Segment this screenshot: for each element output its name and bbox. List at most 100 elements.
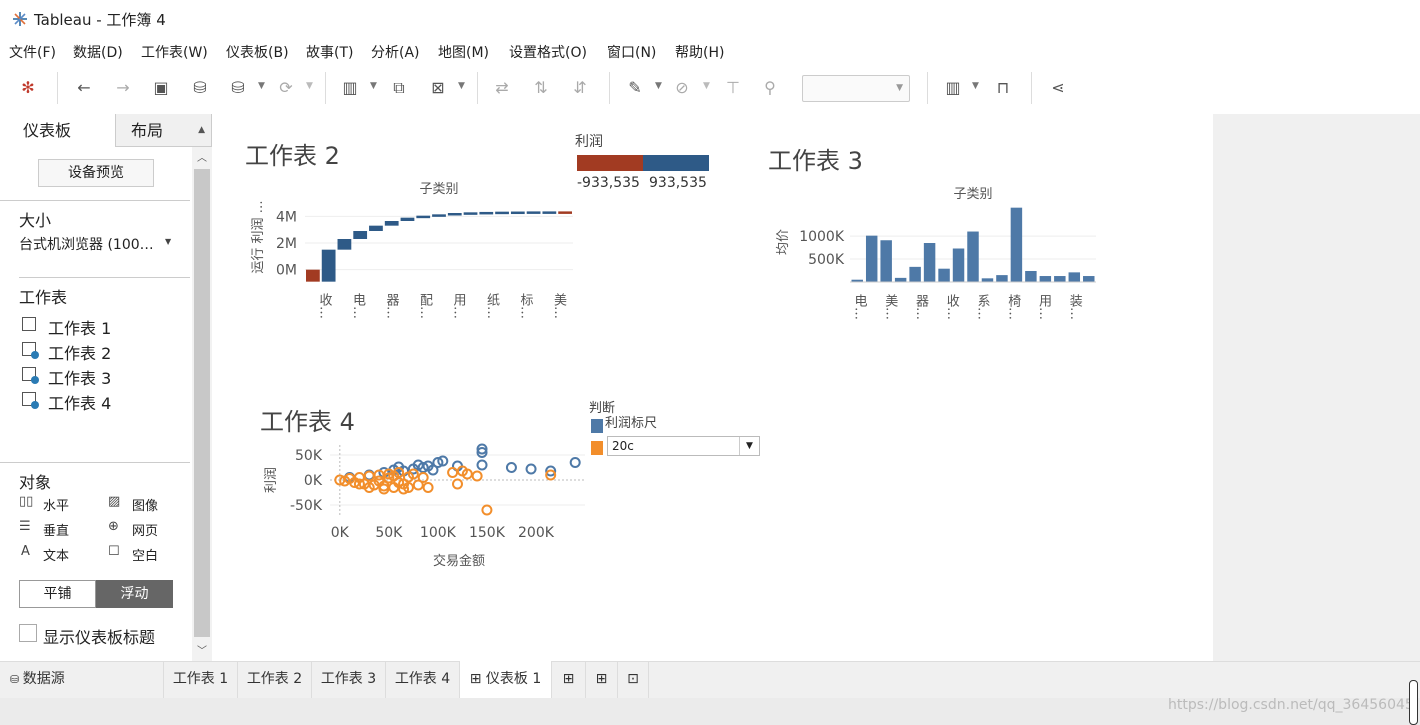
show-me-dropdown-icon[interactable]: ▼ [972, 81, 979, 91]
window-title: Tableau - 工作簿 4 [34, 11, 166, 29]
highlight-icon[interactable]: ✎ [625, 78, 645, 98]
pause-updates-dropdown-icon[interactable]: ▼ [258, 81, 265, 91]
tab-layout[interactable]: 布局▲▼ [115, 114, 212, 168]
sidebar-scrollbar[interactable]: ︿ ﹀ [192, 147, 212, 661]
tab-data-source[interactable]: ⛁ 数据源 [0, 661, 163, 698]
menu-map[interactable]: 地图(M) [438, 42, 489, 62]
new-story-tab-icon[interactable]: ⊡ [617, 661, 649, 698]
chart-scatter[interactable]: 利润 50K 0K -50K 0K 50K 100K 150K 200K 交易金额 [255, 440, 595, 575]
refresh-icon[interactable]: ⟳ [276, 78, 296, 98]
divider [0, 200, 190, 201]
y-tick-label: 1000K [799, 229, 845, 245]
profit-color-legend[interactable] [577, 155, 709, 171]
x-tick-label: 用… [1036, 294, 1052, 320]
object-vertical[interactable]: ☰ 垂直 [19, 519, 99, 539]
sheet-item[interactable]: 工作表 4 [22, 392, 142, 413]
menu-data[interactable]: 数据(D) [73, 42, 123, 62]
tiled-button[interactable]: 平铺 [19, 580, 96, 608]
object-label: 网页 [132, 524, 159, 539]
tab-dashboard-1[interactable]: ⊞ 仪表板 1 [459, 661, 551, 698]
tab-sheet-2[interactable]: 工作表 2 [237, 661, 311, 698]
dashboard-icon: ⊞ [469, 671, 486, 687]
new-dashboard-tab-icon[interactable]: ⊞ [585, 661, 617, 698]
menu-file[interactable]: 文件(F) [9, 42, 56, 62]
watermark: https://blog.csdn.net/qq_36456045 [1168, 697, 1414, 713]
sheet-item[interactable]: 工作表 1 [22, 317, 142, 338]
object-web-page[interactable]: ⊕ 网页 [108, 519, 188, 539]
chart-avg-price[interactable]: 子类别均价 1000K 500K 电… 美… 器… 收… 系… 椅… 用… 装… [768, 180, 1108, 320]
swap-rows-columns-icon[interactable]: ⇄ [492, 78, 512, 98]
show-title-checkbox[interactable] [19, 624, 37, 642]
menu-dashboard[interactable]: 仪表板(B) [226, 42, 289, 62]
show-mark-labels-icon[interactable]: ⊤ [723, 78, 743, 98]
new-data-source-icon[interactable]: ⛁ [190, 78, 210, 98]
title-bar: Tableau - 工作簿 4 [0, 0, 1420, 38]
size-value: 台式机浏览器 (100… [19, 237, 154, 253]
presentation-mode-icon[interactable]: ⊓ [993, 78, 1013, 98]
tab-dashboard[interactable]: 仪表板 [0, 114, 115, 147]
object-blank[interactable]: ☐ 空白 [108, 544, 188, 564]
sort-descending-icon[interactable]: ⇵ [570, 78, 590, 98]
object-horizontal[interactable]: ▯▯ 水平 [19, 494, 99, 514]
scroll-down-icon[interactable]: ﹀ [197, 642, 207, 657]
legend-max-label: 933,535 [649, 175, 707, 191]
fix-axes-icon[interactable]: ⚲ [760, 78, 780, 98]
share-icon[interactable]: ⋖ [1048, 78, 1068, 98]
x-tick-label: 系… [975, 294, 991, 320]
y-tick-label: 500K [808, 252, 845, 268]
check-icon [31, 351, 39, 359]
clear-sheet-icon[interactable]: ⊠ [428, 78, 448, 98]
fit-select[interactable]: ▼ [802, 75, 910, 102]
horizontal-icon: ▯▯ [19, 494, 34, 509]
chart-waterfall[interactable]: 子类别运行 利润 … 4M 2M 0M 收… 电… 器… 配… 用… 纸… 标… 美… [245, 175, 585, 325]
scroll-up-icon[interactable]: ︿ [197, 149, 207, 164]
group-dropdown-icon[interactable]: ▼ [703, 81, 710, 91]
size-select[interactable]: 台式机浏览器 (100… ▼ [19, 232, 177, 254]
parameter-dropdown[interactable]: 20c ▼ [607, 436, 760, 456]
menu-format[interactable]: 设置格式(O) [509, 42, 587, 62]
clear-sheet-dropdown-icon[interactable]: ▼ [458, 81, 465, 91]
menu-worksheet[interactable]: 工作表(W) [141, 42, 208, 62]
undo-icon[interactable]: ← [74, 78, 94, 98]
highlight-dropdown-icon[interactable]: ▼ [655, 81, 662, 91]
scrollbar-thumb[interactable] [194, 169, 210, 637]
vertical-icon: ☰ [19, 519, 31, 534]
toolbar-divider [927, 72, 928, 104]
new-worksheet-tab-icon[interactable]: ⊞ [551, 661, 585, 698]
bar [865, 235, 878, 282]
device-preview-button[interactable]: 设备预览 [38, 159, 154, 187]
tab-sheet-1[interactable]: 工作表 1 [163, 661, 237, 698]
x-tick-label: 器… [384, 293, 400, 319]
check-icon [31, 401, 39, 409]
tab-sheet-4[interactable]: 工作表 4 [385, 661, 459, 698]
legend-swatch-blue[interactable] [591, 419, 603, 433]
divider [0, 462, 190, 463]
save-icon[interactable]: ▣ [151, 78, 171, 98]
sheet-item[interactable]: 工作表 2 [22, 342, 142, 363]
scatter-point [422, 482, 434, 493]
menu-help[interactable]: 帮助(H) [675, 42, 724, 62]
pause-updates-icon[interactable]: ⛁ [228, 78, 248, 98]
redo-icon[interactable]: → [113, 78, 133, 98]
tab-label: 数据源 [22, 671, 65, 687]
refresh-dropdown-icon[interactable]: ▼ [306, 81, 313, 91]
menu-analysis[interactable]: 分析(A) [371, 42, 420, 62]
duplicate-sheet-icon[interactable]: ⧉ [389, 78, 409, 98]
object-image[interactable]: ▨ 图像 [108, 494, 188, 514]
tableau-home-icon[interactable]: ✻ [18, 78, 38, 98]
waterfall-bar [369, 225, 383, 231]
object-text[interactable]: A 文本 [19, 544, 99, 564]
menu-window[interactable]: 窗口(N) [607, 42, 656, 62]
new-worksheet-dropdown-icon[interactable]: ▼ [370, 81, 377, 91]
resize-handle[interactable] [1409, 680, 1418, 725]
sheet4-title: 工作表 4 [260, 408, 355, 436]
sheet-item[interactable]: 工作表 3 [22, 367, 142, 388]
sheet-label: 工作表 1 [48, 319, 112, 338]
menu-story[interactable]: 故事(T) [306, 42, 353, 62]
sort-ascending-icon[interactable]: ⇅ [531, 78, 551, 98]
show-me-icon[interactable]: ▥ [943, 78, 963, 98]
new-worksheet-icon[interactable]: ▥ [340, 78, 360, 98]
floating-button[interactable]: 浮动 [96, 580, 173, 608]
group-members-icon[interactable]: ⊘ [672, 78, 692, 98]
tab-sheet-3[interactable]: 工作表 3 [311, 661, 385, 698]
